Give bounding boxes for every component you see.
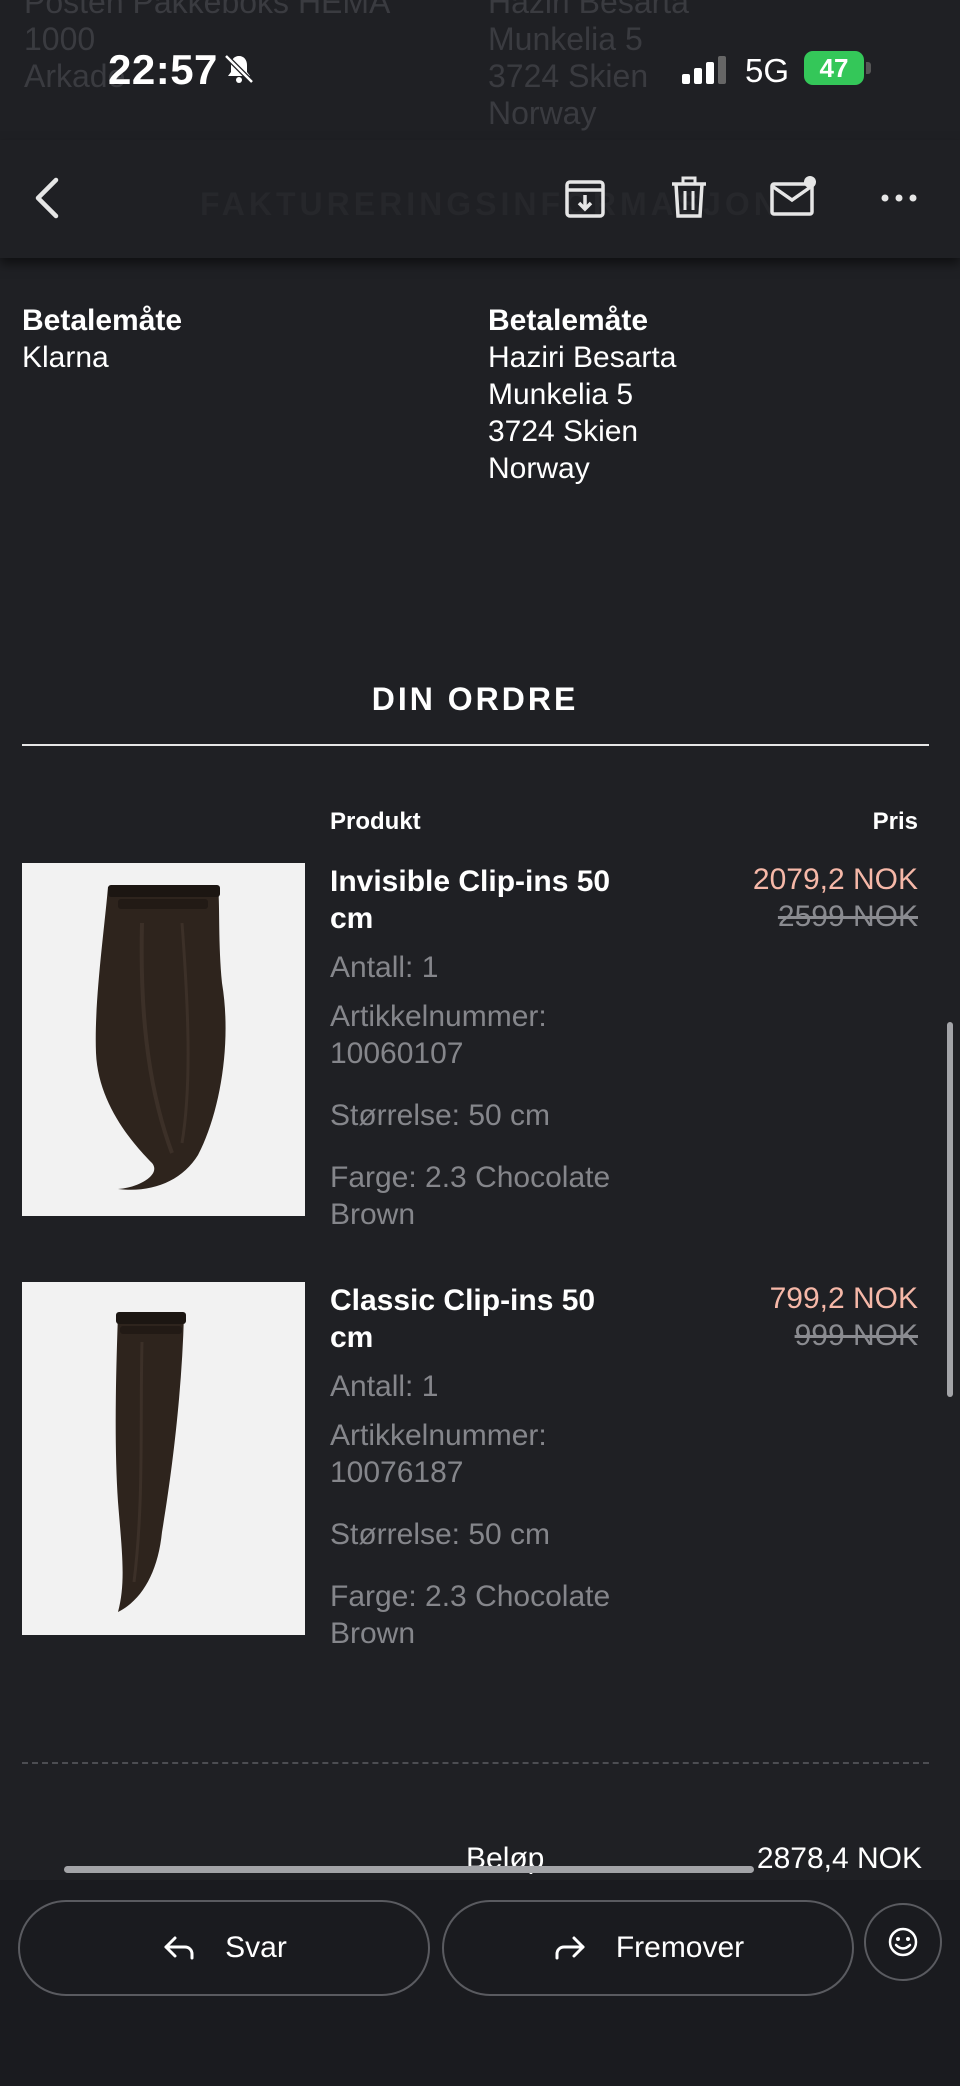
product-article: Artikkelnummer: 10076187: [330, 1419, 547, 1489]
network-type: 5G: [745, 52, 790, 89]
product-quantity: Antall: 1: [330, 951, 439, 984]
battery-indicator: 47: [804, 51, 864, 85]
payment-label: Betalemåte: [488, 304, 649, 337]
clock: 22:57: [108, 46, 218, 93]
reply-icon: [164, 1936, 194, 1960]
product-name: Invisible Clip-ins 50 cm: [330, 865, 611, 935]
product-size: Størrelse: 50 cm: [330, 1518, 551, 1551]
address-line: 3724 Skien: [488, 415, 639, 448]
payment-method-right: Betalemåte Haziri Besarta Munkelia 5 372…: [488, 302, 676, 487]
battery-tip: [866, 62, 871, 74]
emoji-reaction-button[interactable]: [864, 1903, 942, 1981]
status-bar: 22:57 5G 47: [0, 0, 960, 140]
archive-icon[interactable]: [555, 168, 615, 228]
column-product: Produkt: [330, 808, 421, 835]
trash-icon[interactable]: [659, 168, 719, 228]
product-old-price: 2599 NOK: [777, 900, 918, 933]
horizontal-scrollbar[interactable]: [64, 1866, 754, 1873]
vertical-scrollbar[interactable]: [947, 1022, 953, 1397]
dashed-divider: [22, 1762, 929, 1764]
total-value: 2878,4 NOK: [756, 1842, 922, 1875]
address-line: Haziri Besarta: [488, 341, 677, 374]
mark-unread-icon[interactable]: [764, 168, 824, 228]
column-price: Pris: [872, 808, 918, 835]
smiley-icon: [888, 1927, 918, 1957]
product-price: 799,2 NOK: [769, 1282, 918, 1315]
reply-button[interactable]: Svar: [18, 1900, 430, 1996]
bottom-action-bar: Svar Fremover: [0, 1880, 960, 2086]
payment-value: Klarna: [22, 341, 109, 374]
payment-label: Betalemåte: [22, 304, 183, 337]
forward-icon: [555, 1936, 585, 1960]
product-article: Artikkelnummer: 10060107: [330, 1000, 547, 1070]
signal-icon: [680, 54, 728, 86]
payment-method-left: Betalemåte Klarna: [22, 302, 182, 376]
forward-label: Fremover: [615, 1931, 745, 1964]
product-image[interactable]: [22, 863, 305, 1216]
more-icon[interactable]: [869, 168, 929, 228]
product-color: Farge: 2.3 Chocolate Brown: [330, 1580, 611, 1650]
bell-muted-icon: [222, 52, 256, 86]
product-price: 2079,2 NOK: [752, 863, 918, 896]
product-color: Farge: 2.3 Chocolate Brown: [330, 1161, 611, 1231]
order-divider: [22, 744, 929, 746]
forward-button[interactable]: Fremover: [442, 1900, 854, 1996]
back-icon[interactable]: [18, 168, 78, 228]
product-old-price: 999 NOK: [794, 1319, 918, 1352]
address-line: Norway: [488, 452, 590, 485]
reply-label: Svar: [225, 1931, 287, 1964]
email-toolbar: FAKTURERINGSINFORMASJON: [0, 140, 960, 258]
product-name: Classic Clip-ins 50 cm: [330, 1284, 596, 1354]
product-size: Størrelse: 50 cm: [330, 1099, 551, 1132]
order-heading: DIN ORDRE: [371, 681, 579, 717]
product-image[interactable]: [22, 1282, 305, 1635]
product-quantity: Antall: 1: [330, 1370, 439, 1403]
address-line: Munkelia 5: [488, 378, 634, 411]
